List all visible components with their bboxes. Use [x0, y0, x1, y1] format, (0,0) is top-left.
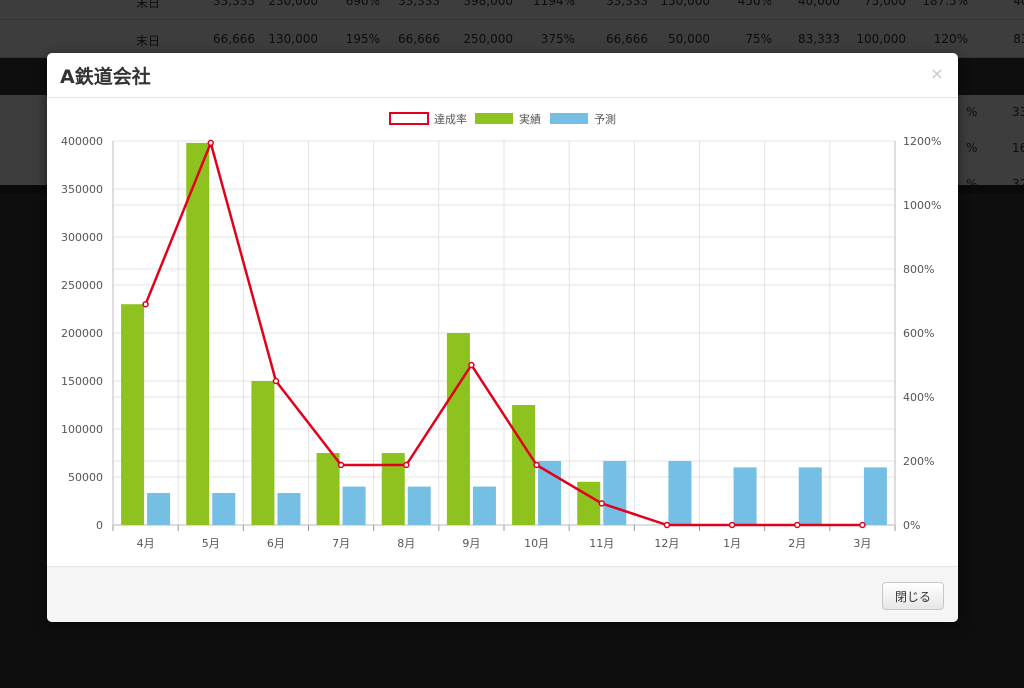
- rate-point: [272, 377, 280, 385]
- legend-swatch-rate: [389, 112, 429, 125]
- bar-forecast: [668, 461, 692, 525]
- right-axis-tick-label: 200%: [903, 455, 934, 468]
- bar-actual: [121, 304, 145, 525]
- modal-body: 0 50000 100000 150000 200000 250000 300000 3500…: [47, 98, 958, 566]
- x-axis-category-label: 4月: [137, 537, 155, 550]
- rate-point: [337, 461, 345, 469]
- bar-actual: [577, 481, 601, 525]
- x-axis-category-label: 8月: [397, 537, 415, 550]
- x-axis-category-label: 9月: [462, 537, 480, 550]
- x-axis-category-label: 1月: [723, 537, 741, 550]
- right-axis-tick-label: 1200%: [903, 135, 941, 148]
- rate-point: [207, 139, 214, 147]
- bar-actual: [186, 142, 210, 526]
- close-button[interactable]: 閉じる: [882, 582, 944, 610]
- x-axis-category-label: 11月: [589, 537, 614, 550]
- x-axis-category-label: 5月: [202, 537, 220, 550]
- bar-forecast: [798, 467, 822, 525]
- bar-actual: [316, 453, 340, 525]
- rate-point: [533, 461, 540, 469]
- left-axis-tick-label: 250000: [61, 279, 103, 292]
- modal-header: A鉄道会社 ×: [47, 53, 958, 98]
- bar-forecast: [472, 486, 496, 525]
- right-axis-tick-label: 1000%: [903, 199, 941, 212]
- bar-forecast: [407, 486, 431, 525]
- rate-point: [468, 361, 475, 369]
- bar-forecast: [538, 461, 562, 525]
- chart-modal: A鉄道会社 × 0 50000 100000 150000 200000 250000 30…: [47, 53, 958, 622]
- x-axis-category-label: 6月: [267, 537, 285, 550]
- legend-label-forecast: 予測: [594, 112, 616, 126]
- left-axis-tick-label: 0: [96, 519, 103, 532]
- achievement-chart: 0 50000 100000 150000 200000 250000 300000 3500…: [61, 112, 941, 550]
- bar-forecast: [342, 486, 366, 525]
- legend-label-actual: 実績: [519, 112, 541, 126]
- rate-point: [663, 521, 671, 529]
- bar-forecast: [733, 467, 757, 525]
- left-axis-tick-label: 200000: [61, 327, 103, 340]
- legend-label-rate: 達成率: [434, 112, 467, 126]
- bar-forecast: [863, 467, 887, 525]
- x-axis-category-label: 10月: [524, 537, 549, 550]
- legend-swatch-actual: [475, 113, 513, 124]
- x-axis-category-label: 12月: [654, 537, 679, 550]
- bar-forecast: [147, 493, 171, 525]
- rate-point: [859, 521, 866, 529]
- bar-forecast: [277, 493, 301, 525]
- right-axis-tick-label: 600%: [903, 327, 934, 340]
- modal-title: A鉄道会社: [60, 66, 151, 88]
- x-axis-category-label: 2月: [788, 537, 806, 550]
- x-axis-category-label: 7月: [332, 537, 350, 550]
- close-icon[interactable]: ×: [928, 65, 946, 83]
- x-axis-category-label: 3月: [853, 537, 871, 550]
- left-axis-tick-label: 350000: [61, 183, 103, 196]
- left-axis-tick-label: 150000: [61, 375, 103, 388]
- bar-forecast: [603, 461, 627, 525]
- left-axis-tick-label: 300000: [61, 231, 103, 244]
- rate-point: [598, 500, 605, 507]
- left-axis-tick-label: 100000: [61, 423, 103, 436]
- bar-actual: [251, 381, 275, 525]
- rate-point: [728, 521, 736, 529]
- bar-forecast: [212, 493, 236, 525]
- rate-point: [403, 461, 410, 469]
- legend-swatch-forecast: [550, 113, 588, 124]
- right-axis-tick-label: 800%: [903, 263, 934, 276]
- rate-point: [794, 521, 801, 529]
- right-axis-tick-label: 0%: [903, 519, 920, 532]
- right-axis-tick-label: 400%: [903, 391, 934, 404]
- bar-actual: [446, 333, 470, 525]
- bar-actual: [512, 405, 536, 525]
- modal-footer: 閉じる: [47, 566, 958, 622]
- left-axis-tick-label: 50000: [68, 471, 103, 484]
- left-axis-tick-label: 400000: [61, 135, 103, 148]
- rate-point: [142, 300, 149, 308]
